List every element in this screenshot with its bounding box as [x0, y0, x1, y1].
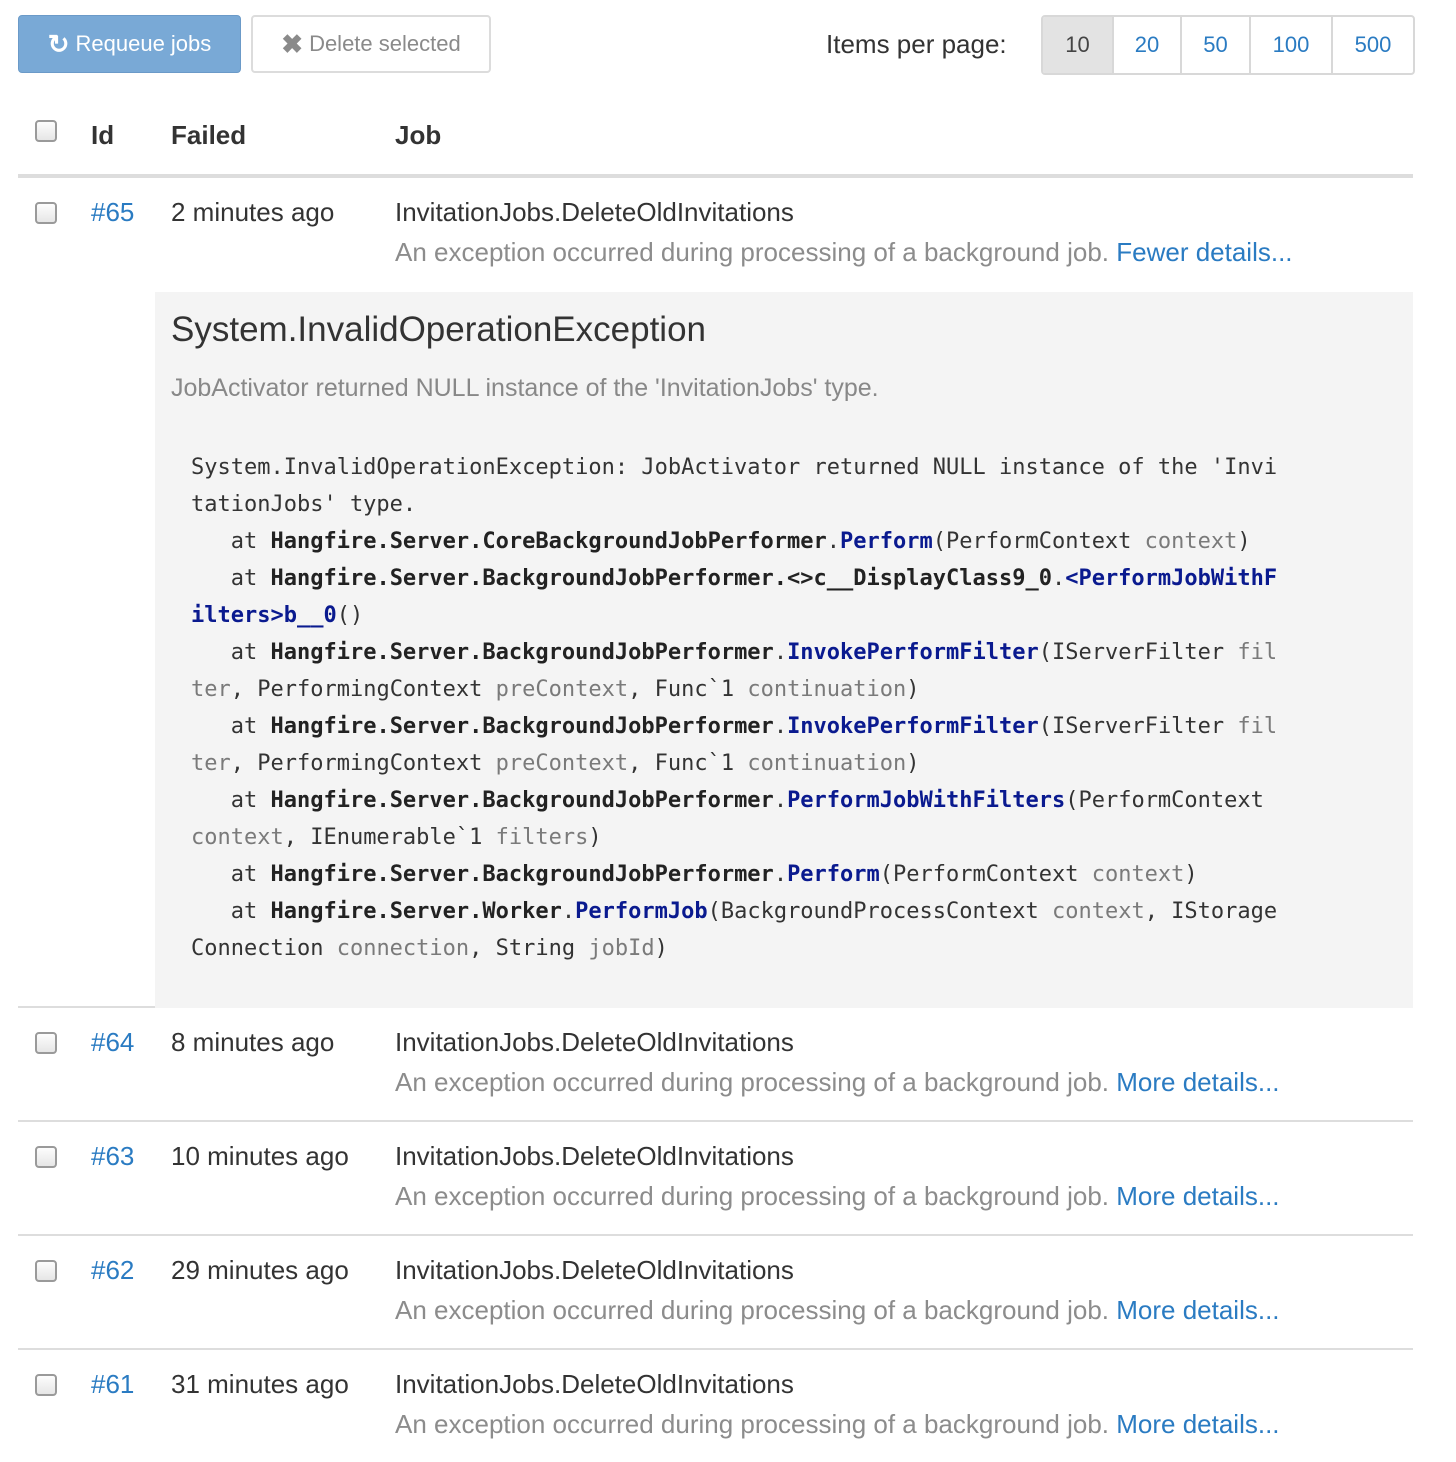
trace-param: context [1091, 862, 1185, 887]
header-job: Job [395, 120, 442, 150]
requeue-jobs-label: Requeue jobs [75, 31, 212, 56]
job-name: InvitationJobs.DeleteOldInvitations [395, 1141, 794, 1171]
page-size-10[interactable]: 10 [1043, 17, 1112, 73]
table-row: #65 2 minutes ago InvitationJobs.DeleteO… [18, 178, 1413, 1008]
trace-bold: Hangfire.Server.CoreBackgroundJobPerform… [270, 529, 827, 554]
job-id-link[interactable]: #64 [91, 1027, 134, 1058]
table-row: #63 10 minutes ago InvitationJobs.Delete… [18, 1122, 1413, 1236]
trace-bold: Hangfire.Server.BackgroundJobPerformer [270, 640, 774, 665]
details-toggle-link[interactable]: More details... [1116, 1067, 1279, 1097]
trace-bold: Hangfire.Server.BackgroundJobPerformer.<… [270, 566, 1052, 591]
job-error-message: An exception occurred during processing … [395, 237, 1293, 268]
failed-time: 29 minutes ago [171, 1255, 349, 1285]
failed-time: 2 minutes ago [171, 197, 335, 227]
trace-bold: Hangfire.Server.BackgroundJobPerformer [270, 788, 774, 813]
failed-time: 8 minutes ago [171, 1027, 335, 1057]
delete-selected-label: Delete selected [309, 31, 461, 56]
failed-time: 10 minutes ago [171, 1141, 349, 1171]
job-id-link[interactable]: #65 [91, 197, 134, 228]
stack-trace: System.InvalidOperationException: JobAct… [191, 455, 1278, 961]
items-per-page-label: Items per page: [826, 29, 1007, 59]
job-error-message: An exception occurred during processing … [395, 1181, 1280, 1212]
select-all-checkbox[interactable] [35, 120, 57, 142]
trace-param: filters [495, 825, 589, 850]
error-summary: An exception occurred during processing … [395, 1067, 1109, 1097]
trace-param: fil [1237, 714, 1278, 739]
trace-method: PerformJobWithFilters [787, 788, 1066, 813]
table-row: #64 8 minutes ago InvitationJobs.DeleteO… [18, 1008, 1413, 1122]
job-name: InvitationJobs.DeleteOldInvitations [395, 1027, 794, 1057]
requeue-jobs-button[interactable]: ↻ Requeue jobs [18, 15, 241, 73]
trace-param: jobId [588, 936, 655, 961]
trace-method: <PerformJobWithF [1065, 566, 1278, 591]
header-id: Id [91, 120, 115, 150]
trace-bold: Hangfire.Server.BackgroundJobPerformer [270, 714, 774, 739]
details-toggle-link[interactable]: Fewer details... [1116, 237, 1292, 267]
trace-param: context [191, 825, 284, 850]
table-header: Id Failed Job [18, 100, 1413, 178]
trace-param: ter [191, 677, 231, 702]
trace-param: ter [191, 751, 231, 776]
trace-method: InvokePerformFilter [787, 640, 1039, 665]
refresh-icon: ↻ [47, 28, 70, 59]
trace-method: PerformJob [575, 899, 708, 924]
job-id-link[interactable]: #61 [91, 1369, 134, 1400]
job-error-message: An exception occurred during processing … [395, 1067, 1280, 1098]
details-toggle-link[interactable]: More details... [1116, 1181, 1279, 1211]
job-id-link[interactable]: #63 [91, 1141, 134, 1172]
page-size-50[interactable]: 50 [1180, 17, 1249, 73]
trace-param: context [1051, 899, 1145, 924]
trace-method: Perform [787, 862, 880, 887]
error-summary: An exception occurred during processing … [395, 1181, 1109, 1211]
exception-details-panel: System.InvalidOperationException JobActi… [155, 292, 1413, 1008]
job-error-message: An exception occurred during processing … [395, 1409, 1280, 1440]
table-row: #62 29 minutes ago InvitationJobs.Delete… [18, 1236, 1413, 1350]
job-id-link[interactable]: #62 [91, 1255, 134, 1286]
failed-time: 31 minutes ago [171, 1369, 349, 1399]
trace-param: preContext [495, 751, 629, 776]
row-checkbox[interactable] [35, 1374, 57, 1396]
trace-param: context [1144, 529, 1238, 554]
trace-param: preContext [495, 677, 629, 702]
job-name: InvitationJobs.DeleteOldInvitations [395, 197, 794, 227]
exception-type: System.InvalidOperationException [171, 310, 706, 349]
page-size-selector: 10 20 50 100 500 [1041, 15, 1415, 75]
trace-method: ilters>b__0 [191, 603, 337, 628]
trace-param: continuation [747, 751, 907, 776]
toolbar: ↻ Requeue jobs ✖ Delete selected Items p… [18, 15, 1415, 75]
error-summary: An exception occurred during processing … [395, 1295, 1109, 1325]
row-checkbox[interactable] [35, 1260, 57, 1282]
row-checkbox[interactable] [35, 1146, 57, 1168]
page-size-500[interactable]: 500 [1331, 17, 1413, 73]
trace-bold: Hangfire.Server.BackgroundJobPerformer [270, 862, 774, 887]
job-name: InvitationJobs.DeleteOldInvitations [395, 1369, 794, 1399]
exception-message: JobActivator returned NULL instance of t… [171, 374, 879, 402]
trace-method: Perform [840, 529, 933, 554]
table-row: #61 31 minutes ago InvitationJobs.Delete… [18, 1350, 1413, 1462]
trace-param: fil [1237, 640, 1278, 665]
error-summary: An exception occurred during processing … [395, 1409, 1109, 1439]
job-error-message: An exception occurred during processing … [395, 1295, 1280, 1326]
row-checkbox[interactable] [35, 1032, 57, 1054]
details-toggle-link[interactable]: More details... [1116, 1409, 1279, 1439]
page-size-20[interactable]: 20 [1112, 17, 1180, 73]
trace-param: continuation [747, 677, 907, 702]
trace-param: connection [336, 936, 470, 961]
row-checkbox[interactable] [35, 202, 57, 224]
close-icon: ✖ [281, 28, 304, 59]
header-failed: Failed [171, 120, 247, 150]
trace-bold: Hangfire.Server.Worker [270, 899, 562, 924]
page-size-100[interactable]: 100 [1249, 17, 1331, 73]
error-summary: An exception occurred during processing … [395, 237, 1109, 267]
details-toggle-link[interactable]: More details... [1116, 1295, 1279, 1325]
job-name: InvitationJobs.DeleteOldInvitations [395, 1255, 794, 1285]
trace-method: InvokePerformFilter [787, 714, 1039, 739]
delete-selected-button[interactable]: ✖ Delete selected [251, 15, 491, 73]
